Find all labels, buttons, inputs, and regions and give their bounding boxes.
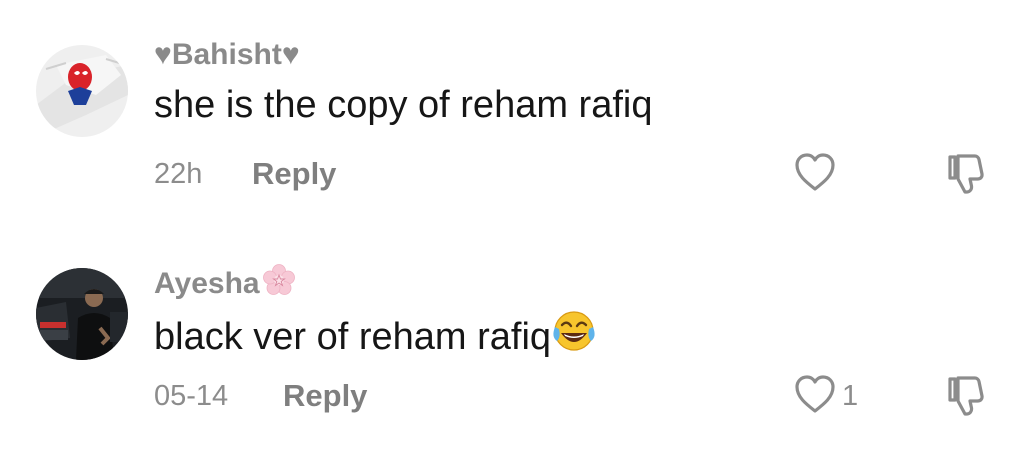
comment-text: she is the copy of reham rafiq: [154, 84, 653, 126]
comment-username[interactable]: Ayesha: [154, 263, 296, 303]
reply-button[interactable]: Reply: [283, 380, 367, 411]
like-button[interactable]: [792, 372, 838, 416]
comment-text-body: black ver of reham rafiq: [154, 316, 552, 358]
thumbs-down-icon: [948, 376, 984, 416]
like-button[interactable]: [792, 150, 838, 194]
tears-of-joy-emoji-icon: [551, 309, 597, 362]
avatar[interactable]: [36, 268, 128, 360]
reply-button[interactable]: Reply: [252, 158, 336, 189]
comment-username[interactable]: ♥Bahisht♥: [154, 40, 300, 70]
comments-panel: ♥Bahisht♥ she is the copy of reham rafiq…: [0, 0, 1024, 476]
comment-item: Ayesha black ver of reham rafiq 05-14 Re…: [0, 230, 1024, 476]
man-with-car-avatar-icon: [36, 268, 128, 360]
heart-icon: [795, 375, 835, 413]
avatar[interactable]: [36, 45, 128, 137]
comment-timestamp: 05-14: [154, 380, 229, 412]
dislike-button[interactable]: [944, 152, 990, 196]
comment-timestamp: 22h: [154, 158, 203, 190]
cherry-blossom-icon: [262, 263, 296, 303]
dislike-button[interactable]: [944, 374, 990, 418]
comment-text: black ver of reham rafiq: [154, 309, 597, 362]
heart-icon: [795, 153, 835, 191]
username-text: Ayesha: [154, 267, 260, 300]
like-count: 1: [842, 380, 859, 412]
thumbs-down-icon: [948, 154, 984, 194]
spiderman-avatar-icon: [36, 45, 128, 137]
comment-item: ♥Bahisht♥ she is the copy of reham rafiq…: [0, 0, 1024, 230]
